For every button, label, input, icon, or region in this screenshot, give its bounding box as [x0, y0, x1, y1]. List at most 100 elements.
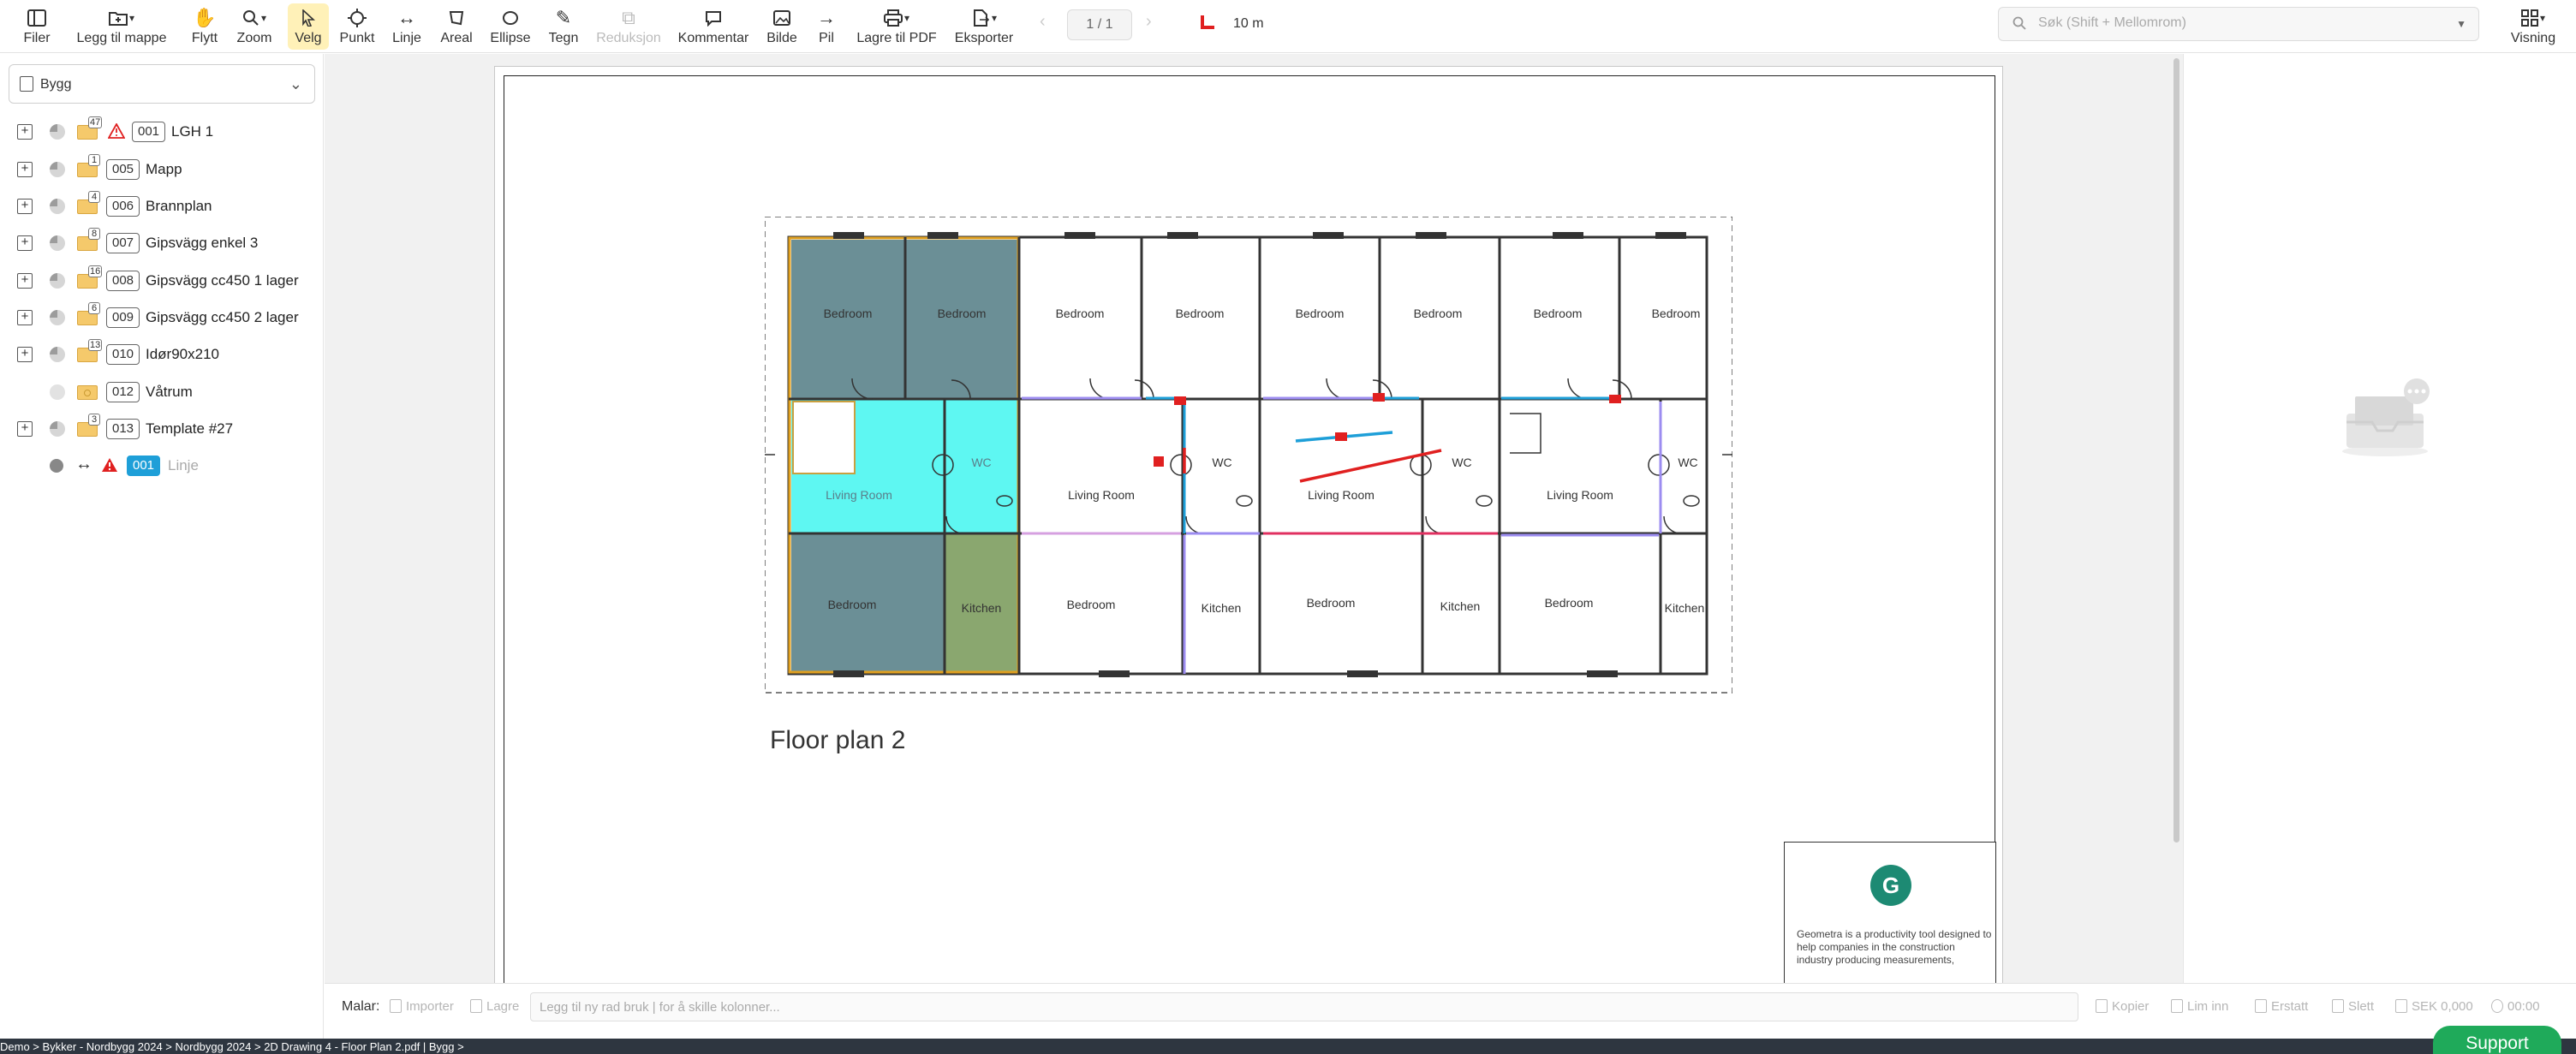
view-button[interactable]: ▾ Visning — [2502, 3, 2564, 50]
move-button[interactable]: ✋ Flytt — [185, 3, 224, 50]
ellipse-button[interactable]: Ellipse — [483, 3, 538, 50]
project-select[interactable]: Bygg ⌄ — [9, 64, 315, 104]
expand-icon[interactable]: + — [17, 421, 33, 437]
item-code: 009 — [106, 307, 140, 328]
floor-plan[interactable]: Bedroom Bedroom Bedroom Bedroom Bedroom … — [765, 217, 1732, 696]
room-label: WC — [1678, 456, 1697, 469]
image-button[interactable]: Bilde — [762, 3, 802, 50]
properties-panel — [2183, 54, 2576, 983]
room-label: Bedroom — [1296, 307, 1345, 320]
export-button[interactable]: ▾ Eksporter — [951, 3, 1017, 50]
page-indicator[interactable]: 1 / 1 — [1067, 9, 1132, 40]
area-button[interactable]: Areal — [435, 3, 478, 50]
room-label: Bedroom — [824, 307, 873, 320]
draw-button[interactable]: ✎ Tegn — [545, 3, 582, 50]
item-label: Mapp — [146, 161, 182, 177]
paste-button[interactable]: Lim inn — [2171, 999, 2228, 1014]
item-code: 007 — [106, 233, 140, 253]
zoom-button[interactable]: ▾ Zoom — [233, 3, 276, 50]
tree-row[interactable]: + 8 007 Gipsvägg enkel 3 — [0, 225, 324, 259]
comment-icon — [705, 8, 722, 28]
tree-row[interactable]: + 6 009 Gipsvägg cc450 2 lager — [0, 300, 324, 334]
paste-icon — [2171, 999, 2183, 1013]
item-code: 008 — [106, 271, 140, 291]
reduction-button[interactable]: ⧉ Reduksjon — [593, 3, 665, 50]
currency-button[interactable]: SEK 0,000 — [2395, 999, 2473, 1014]
chevron-down-icon[interactable]: ▼ — [2456, 18, 2466, 30]
time-button[interactable]: 00:00 — [2491, 999, 2540, 1014]
folder-icon: 16 — [77, 265, 103, 289]
scale-value[interactable]: 10 m — [1233, 16, 1264, 32]
grid-view-icon: ▾ — [2520, 8, 2545, 28]
copy-label: Kopier — [2112, 999, 2150, 1014]
progress-pie-icon — [50, 273, 65, 289]
import-button[interactable]: Importer — [390, 999, 454, 1014]
item-label: Linje — [168, 457, 199, 473]
progress-pie-icon — [50, 124, 65, 140]
template-row-input[interactable] — [530, 992, 2078, 1021]
prev-page-icon[interactable]: ‹ — [1040, 12, 1046, 32]
filer-button[interactable]: Filer — [17, 3, 57, 50]
room-label: Bedroom — [1414, 307, 1463, 320]
folder-add-icon: ▾ — [108, 8, 134, 28]
item-count-badge: 8 — [88, 228, 100, 240]
arrow-button[interactable]: → Pil — [808, 3, 844, 50]
save-template-button[interactable]: Lagre — [470, 999, 519, 1014]
expand-icon[interactable]: + — [17, 347, 33, 362]
item-count-badge: 3 — [88, 414, 100, 426]
copy-icon — [2096, 999, 2108, 1013]
item-code: 001 — [127, 456, 161, 476]
point-button[interactable]: Punkt — [336, 3, 379, 50]
sidebar: Bygg ⌄ + 47 001 LGH 1 + 1 005 Mapp + 4 0… — [0, 54, 324, 1039]
delete-button[interactable]: Slett — [2332, 999, 2374, 1014]
comment-button[interactable]: Kommentar — [675, 3, 752, 50]
search-input[interactable] — [2038, 15, 2449, 31]
expand-icon[interactable]: + — [17, 162, 33, 177]
item-label: Gipsvägg cc450 1 lager — [146, 272, 299, 289]
tree-row[interactable]: + 4 006 Brannplan — [0, 188, 324, 223]
expand-icon[interactable]: + — [17, 124, 33, 140]
time-value: 00:00 — [2507, 999, 2540, 1014]
tree-row[interactable]: + 3 013 Template #27 — [0, 411, 324, 445]
item-code: 006 — [106, 196, 140, 217]
search-box[interactable]: ▼ — [1998, 7, 2479, 41]
import-label: Importer — [406, 999, 454, 1014]
line-tool-icon: ↔ — [75, 455, 92, 473]
replace-button[interactable]: Erstatt — [2255, 999, 2308, 1014]
double-arrow-icon: ↔ — [397, 6, 416, 28]
warning-icon — [108, 123, 125, 139]
item-count-badge: 6 — [88, 302, 100, 314]
tree-row[interactable]: 012 Våtrum — [0, 374, 324, 408]
copy-button[interactable]: Kopier — [2096, 999, 2149, 1014]
main-toolbar: Filer ▾ Legg til mappe ✋ Flytt ▾ Zoom Ve… — [0, 0, 2576, 53]
expand-icon[interactable]: + — [17, 310, 33, 325]
tree-row[interactable]: + 13 010 Idør90x210 — [0, 336, 324, 371]
tree-row[interactable]: + 16 008 Gipsvägg cc450 1 lager — [0, 263, 324, 297]
save-pdf-button[interactable]: ▾ Lagre til PDF — [853, 3, 940, 50]
add-folder-button[interactable]: ▾ Legg til mappe — [72, 3, 171, 50]
tree-row-selected[interactable]: ↔ 001 Linje — [0, 448, 324, 482]
expand-icon[interactable]: + — [17, 235, 33, 251]
folder-icon: 47 — [77, 116, 103, 140]
vertical-scrollbar[interactable] — [2174, 58, 2179, 843]
magnifier-icon: ▾ — [242, 8, 266, 28]
item-count-badge: 16 — [88, 265, 103, 277]
support-button[interactable]: Support — [2433, 1026, 2561, 1054]
room-label: WC — [971, 456, 991, 469]
next-page-icon[interactable]: › — [1146, 12, 1152, 32]
expand-icon[interactable]: + — [17, 199, 33, 214]
breadcrumb[interactable]: Demo > Bykker - Nordbygg 2024 > Nordbygg… — [0, 1040, 464, 1053]
drawing-canvas[interactable]: G Geometra is a productivity tool design… — [325, 54, 2183, 983]
expand-icon[interactable]: + — [17, 273, 33, 289]
room-label: Bedroom — [1056, 307, 1105, 320]
room-label: Bedroom — [1652, 307, 1701, 320]
room-label: Kitchen — [1665, 601, 1705, 615]
scale-ruler-icon[interactable] — [1201, 15, 1216, 29]
item-code: 010 — [106, 344, 140, 365]
select-button[interactable]: Velg — [288, 3, 329, 50]
room-label: Living Room — [1068, 488, 1135, 502]
empty-inbox-icon — [2342, 378, 2430, 456]
tree-row[interactable]: + 1 005 Mapp — [0, 152, 324, 186]
line-button[interactable]: ↔ Linje — [387, 3, 426, 50]
tree-row[interactable]: + 47 001 LGH 1 — [0, 114, 324, 148]
